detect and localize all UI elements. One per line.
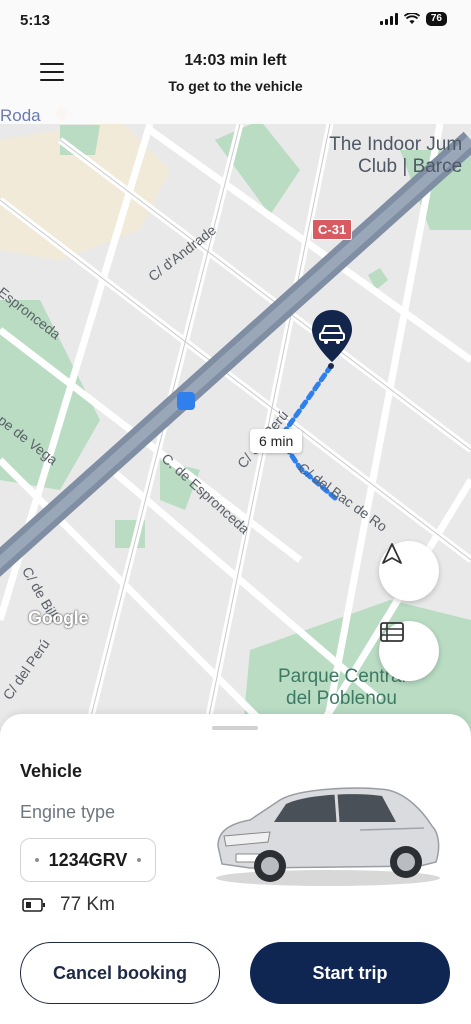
status-icons: 76 [379, 12, 447, 26]
poi-line-1: The Indoor Jum [329, 134, 463, 155]
sheet-drag-handle[interactable] [212, 726, 258, 730]
highway-badge: C-31 [312, 219, 353, 240]
range-text: 77 Km [60, 894, 115, 915]
sheet-title: Vehicle [20, 761, 83, 781]
google-logo: Google [28, 608, 89, 628]
battery-range: 77 Km [22, 894, 115, 916]
battery-level: 76 [425, 12, 447, 26]
menu-icon-line [40, 71, 64, 73]
plate-dot [34, 858, 39, 862]
navigation-arrow-icon [382, 543, 402, 564]
status-time: 5:13 [20, 12, 51, 29]
time-left-subtitle: To get to the vehicle [168, 78, 303, 94]
license-plate: 1234GRV [20, 838, 156, 882]
vehicle-bottom-sheet: Vehicle Engine type 1234GRV 77 Km Cancel [0, 714, 471, 1024]
table-list-icon [380, 622, 404, 642]
plate-dot [137, 858, 142, 862]
time-left-title: 14:03 min left [184, 52, 287, 69]
battery-icon [22, 898, 45, 912]
wifi-icon [403, 13, 420, 24]
list-view-button[interactable] [379, 621, 439, 681]
license-plate-text: 1234GRV [48, 849, 128, 870]
poi-park-line-2: del Poblenou [286, 688, 397, 709]
poi-line-2: Club | Barce [358, 156, 463, 177]
recenter-button[interactable] [379, 541, 439, 601]
vehicle-image [210, 776, 445, 888]
poi-label-indoor-jump: The Indoor Jum Club | Barce [320, 134, 462, 178]
cellular-signal-icon [379, 13, 398, 25]
engine-type-label: Engine type [20, 802, 116, 822]
top-header: 5:13 76 14:03 min left To get to the veh… [0, 0, 471, 124]
start-trip-button[interactable]: Start trip [250, 942, 450, 1004]
map-label-roda: Roda [0, 106, 41, 125]
route-eta-label: 6 min [250, 429, 303, 453]
vehicle-location-pin[interactable] [310, 308, 354, 366]
cancel-booking-button[interactable]: Cancel booking [20, 942, 220, 1004]
poi-label-parque: Parque Central del Poblenou [278, 666, 406, 710]
